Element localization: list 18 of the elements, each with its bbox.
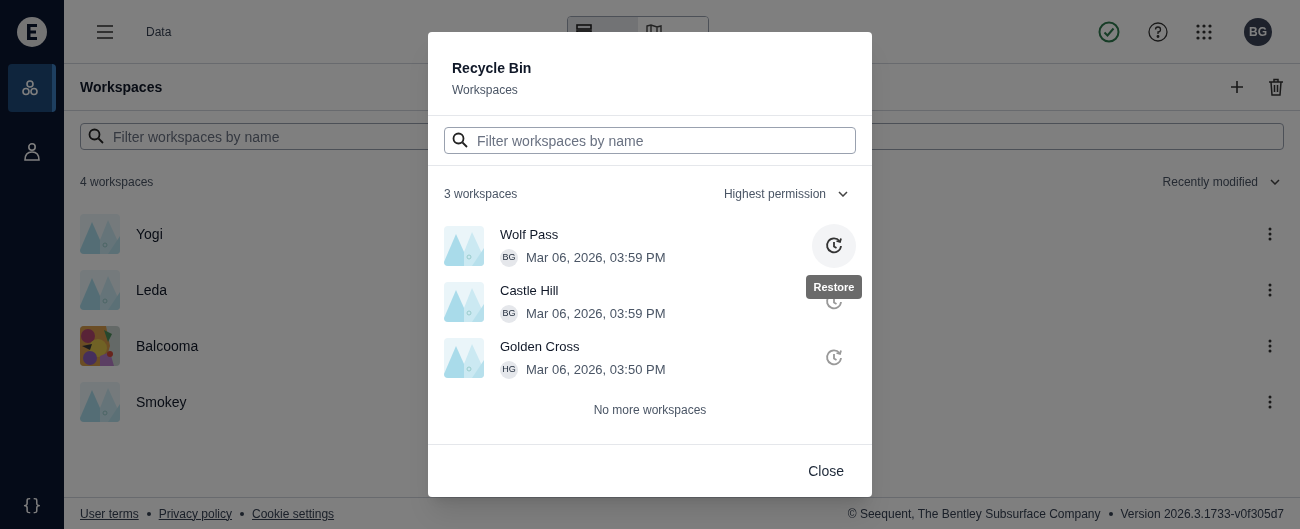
workspace-name: Wolf Pass	[500, 225, 560, 244]
page-title: Workspaces	[80, 78, 163, 97]
workspace-name: Castle Hill	[500, 281, 560, 300]
deleted-date: Mar 06, 2026, 03:59 PM	[526, 249, 666, 267]
tooltip: Restore	[806, 275, 862, 299]
workspace-count: 4 workspaces	[80, 174, 154, 190]
user-avatar: BG	[500, 248, 518, 267]
user-avatar: BG	[500, 304, 518, 323]
deleted-date: Mar 06, 2026, 03:59 PM	[526, 305, 666, 323]
user-avatar: HG	[500, 360, 518, 379]
dialog-title: Recycle Bin	[452, 59, 533, 78]
copyright-text: © Seequent, The Bentley Subsurface Company	[847, 505, 1101, 522]
deleted-date: Mar 06, 2026, 03:50 PM	[526, 361, 666, 379]
workspace-count: 3 workspaces	[444, 186, 518, 202]
version-text: Version 2026.3.1733-v0f305d7	[1120, 505, 1284, 522]
end-of-list-text: No more workspaces	[592, 402, 708, 418]
dialog-subtitle: Workspaces	[452, 82, 519, 98]
workspace-name: Golden Cross	[500, 337, 581, 356]
